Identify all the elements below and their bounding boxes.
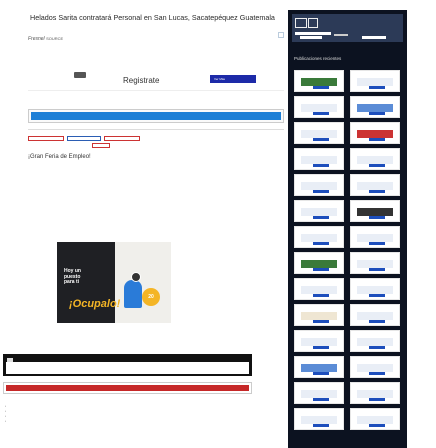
section-title: ¡Gran Feria de Empleo! [28,154,91,160]
post-thumb[interactable] [294,148,344,170]
tag-row [28,136,284,141]
post-thumb[interactable] [294,174,344,196]
cta-banner-box [28,109,284,123]
cta-banner[interactable] [31,112,281,120]
post-thumb[interactable] [350,278,400,300]
sidebar-heading: Publicaciones recientes [294,56,342,61]
post-thumb[interactable] [350,226,400,248]
ad-ver-mas-button[interactable]: Ver Más [210,75,256,83]
tag-link[interactable] [28,136,64,141]
post-thumb[interactable] [350,200,400,222]
post-thumb[interactable] [294,278,344,300]
post-thumb[interactable] [294,304,344,326]
post-thumb[interactable] [350,330,400,352]
recent-posts-grid [294,70,401,434]
post-thumb[interactable] [350,174,400,196]
post-thumb[interactable] [350,356,400,378]
post-thumb[interactable] [294,330,344,352]
graduation-hat-icon [74,72,86,78]
post-thumb[interactable] [294,200,344,222]
ad-logo: Fresnel SOURCE [28,36,63,42]
ad-register-label: Registrate [123,76,160,85]
ad-info-icon[interactable] [278,32,284,38]
list-item[interactable]: • [5,405,6,408]
tag-link[interactable] [67,136,101,141]
post-thumb[interactable] [294,408,344,430]
quote-content [6,362,249,374]
post-thumb[interactable] [294,70,344,92]
person-head [131,272,141,282]
ad-register[interactable]: Fresnel SOURCE Registrate Ver Más [28,30,284,91]
job-fair-image[interactable]: 20 Hoy un puesto para ti ¡Ocupalo! [57,242,171,323]
post-thumb[interactable] [350,122,400,144]
sidebar: Publicaciones recientes [288,10,407,448]
image-cta-text: ¡Ocupalo! [69,298,121,310]
post-thumb[interactable] [350,408,400,430]
ad-logo-text: Fresnel [28,36,45,42]
hero-white-bar [362,36,386,39]
hero-text-band [295,32,331,35]
list-item[interactable]: • [5,410,6,413]
badge-icon: 20 [142,288,160,306]
post-thumb[interactable] [350,96,400,118]
article-title: Helados Sarita contratará Personal en Sa… [30,13,275,22]
post-thumb[interactable] [294,356,344,378]
logo-icon [308,18,318,28]
post-thumb[interactable] [350,304,400,326]
tag-link[interactable] [104,136,140,141]
post-thumb[interactable] [350,70,400,92]
hero-white-bar [300,36,322,39]
post-thumb[interactable] [350,382,400,404]
tag-link[interactable] [92,143,110,148]
image-background-shape [115,242,171,323]
red-cta-banner[interactable] [3,382,252,394]
image-text: Hoy un puesto para ti [64,268,81,286]
image-text-line3: para ti [64,279,80,286]
ad-logo-small: SOURCE [46,36,64,41]
post-thumb[interactable] [294,226,344,248]
person-figure [124,280,142,308]
hero-text-band [334,34,348,36]
tag-row-2 [92,143,284,148]
post-thumb[interactable] [294,252,344,274]
logo-icon [295,18,307,28]
divider [28,129,284,130]
quote-box [3,354,252,376]
red-cta-text [6,385,249,391]
post-thumb[interactable] [294,96,344,118]
list-item[interactable]: • [5,420,6,423]
post-thumb[interactable] [350,148,400,170]
post-thumb[interactable] [294,382,344,404]
post-thumb[interactable] [294,122,344,144]
list-item[interactable]: • [5,415,6,418]
sidebar-hero-image[interactable] [292,14,403,42]
post-thumb[interactable] [350,252,400,274]
